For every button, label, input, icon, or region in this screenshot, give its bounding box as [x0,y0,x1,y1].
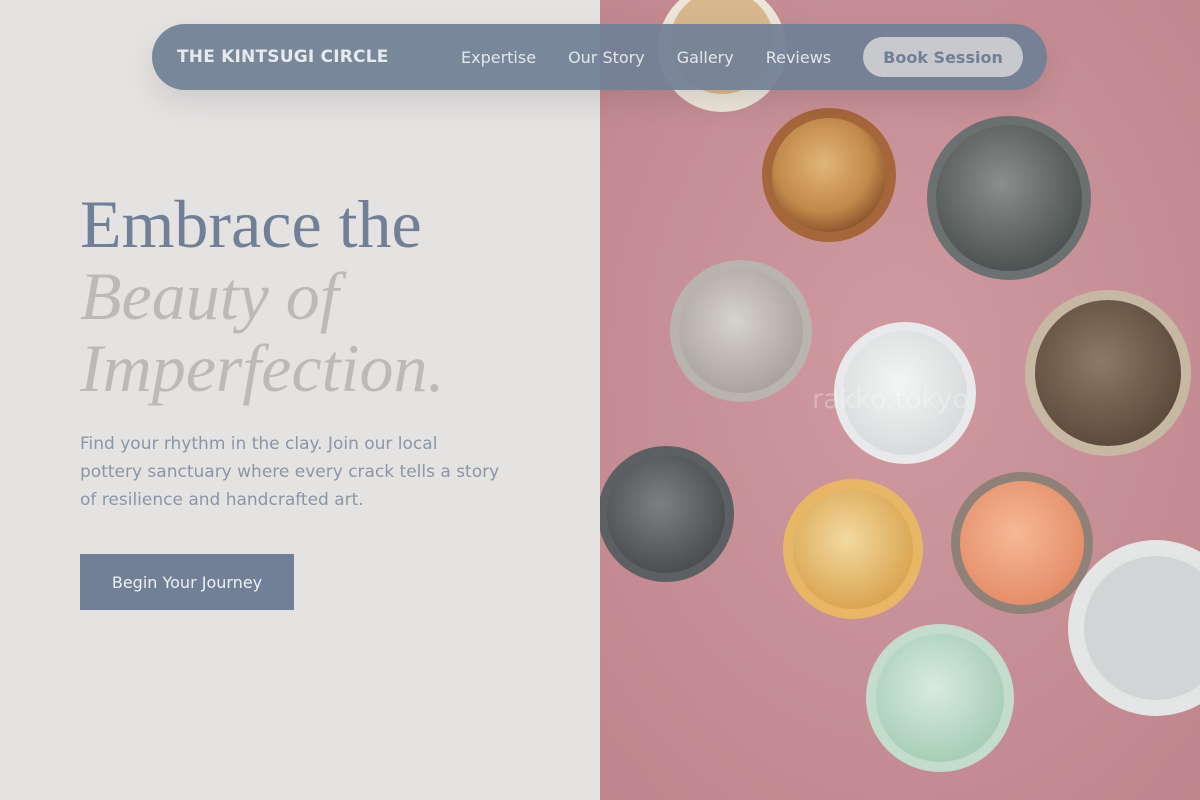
brand-logo[interactable]: THE KINTSUGI CIRCLE [177,24,389,90]
nav-item-reviews: Reviews [766,48,831,67]
nav-link-expertise[interactable]: Expertise [461,48,536,67]
hero-headline: Embrace the Beauty of Imperfection. [80,188,444,404]
headline-line-3: Imperfection. [80,330,445,406]
nav-item-our-story: Our Story [568,48,645,67]
nav-item-expertise: Expertise [461,48,536,67]
nav-link-reviews[interactable]: Reviews [766,48,831,67]
begin-journey-button[interactable]: Begin Your Journey [80,554,294,610]
headline-line-1: Embrace the [80,186,422,262]
hero-text-panel: Embrace the Beauty of Imperfection. Find… [0,0,600,800]
nav-item-gallery: Gallery [677,48,734,67]
hero-subtitle: Find your rhythm in the clay. Join our l… [80,434,500,510]
book-session-button[interactable]: Book Session [863,37,1023,77]
nav-link-our-story[interactable]: Our Story [568,48,645,67]
hero-photo-panel: rakko.tokyo [600,0,1200,800]
top-navigation: THE KINTSUGI CIRCLE Expertise Our Story … [152,24,1047,90]
photo-watermark: rakko.tokyo [812,384,969,415]
headline-line-2: Beauty of [80,258,339,334]
nav-link-gallery[interactable]: Gallery [677,48,734,67]
nav-links: Expertise Our Story Gallery Reviews [461,24,863,90]
